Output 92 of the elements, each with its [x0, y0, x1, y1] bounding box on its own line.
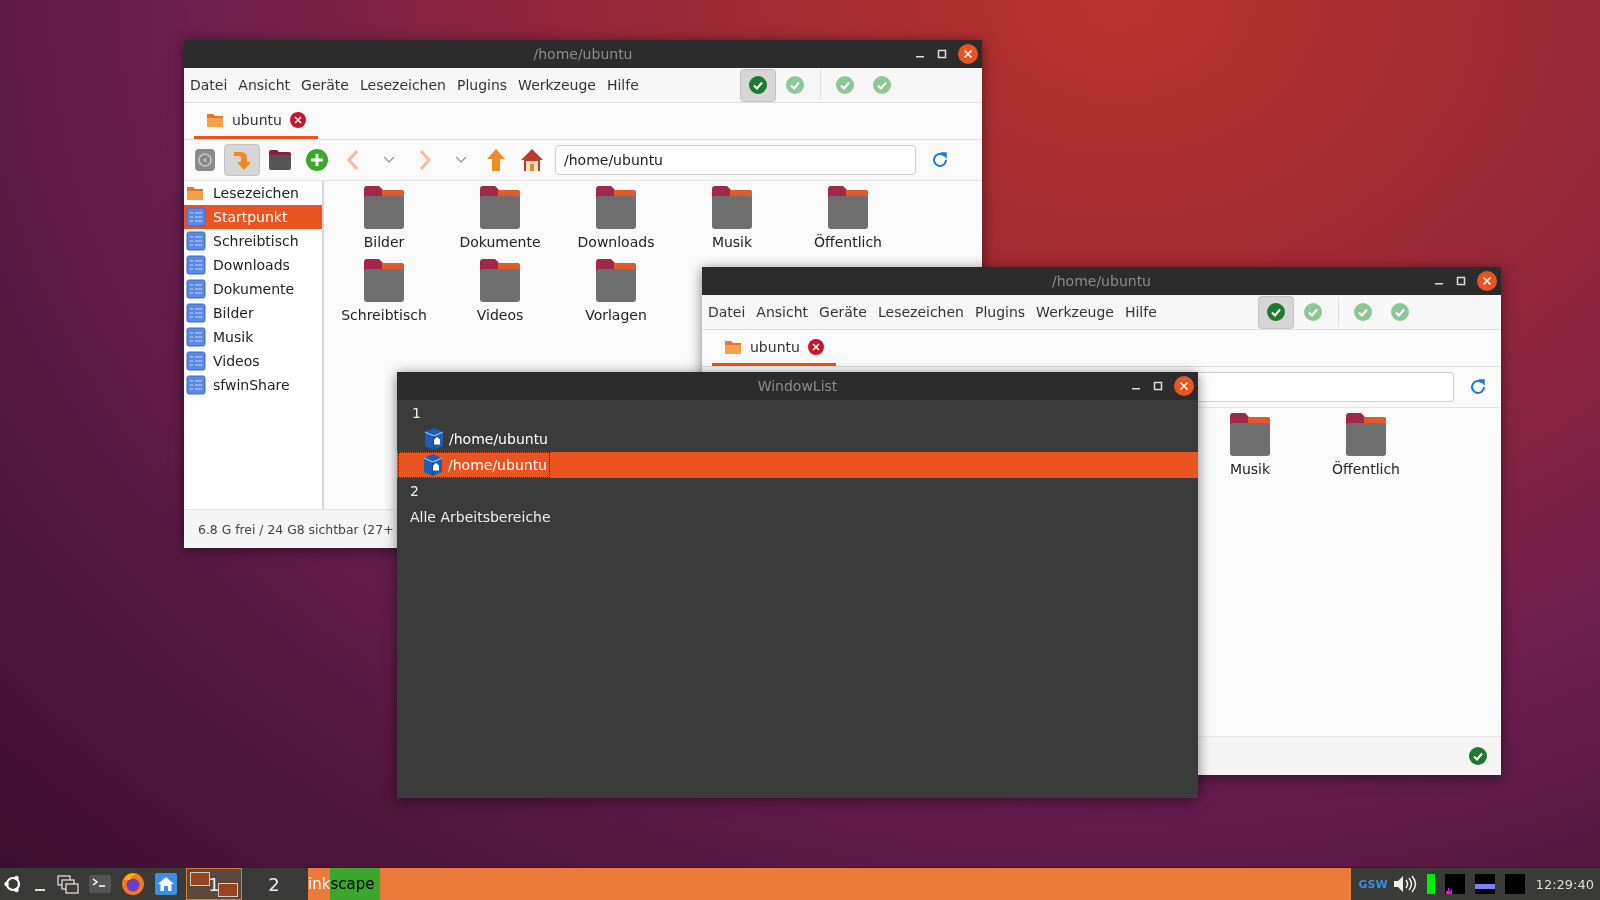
file-name[interactable]: Musik: [1229, 461, 1271, 477]
status-text: 6.8 G frei / 24 G8 sichtbar (27+: [198, 521, 394, 537]
window-title: /home/ubuntu: [533, 46, 633, 62]
file-name[interactable]: Bilder: [363, 234, 405, 250]
sidebar-item[interactable]: Startpunkt: [184, 205, 322, 229]
list-icon: [186, 279, 206, 299]
maximize-icon[interactable]: [1455, 275, 1467, 287]
tick-circle-icon: [749, 76, 767, 94]
maximize-icon[interactable]: [936, 48, 948, 60]
file-name[interactable]: Vorlagen: [585, 307, 647, 323]
window-title: /home/ubuntu: [1052, 273, 1151, 289]
home-cube-icon: [422, 427, 446, 451]
menu-item[interactable]: Plugins: [450, 77, 513, 93]
windows-icon[interactable]: [57, 874, 79, 894]
home-icon[interactable]: [520, 148, 544, 172]
file-name[interactable]: Downloads: [577, 234, 655, 250]
view-toggle-button[interactable]: [1258, 295, 1294, 329]
menu-item[interactable]: Werkzeuge: [512, 77, 601, 93]
window-list-item[interactable]: /home/ubuntu: [397, 426, 1198, 452]
tab[interactable]: ubuntu: [194, 103, 318, 139]
memory-graph-icon[interactable]: [1444, 874, 1465, 894]
sidebar-item[interactable]: sfwinShare: [184, 373, 322, 397]
list-icon: [186, 231, 206, 251]
menu-item[interactable]: Ansicht: [232, 77, 296, 93]
file-name[interactable]: Öffentlich: [814, 234, 882, 250]
tick-circle-icon: [836, 76, 854, 94]
view-toggle-button[interactable]: [740, 68, 776, 102]
clock[interactable]: 12:29:40: [1535, 876, 1594, 892]
folder-icon: [724, 338, 742, 355]
refresh-icon[interactable]: [931, 151, 949, 169]
home-icon[interactable]: [155, 873, 177, 895]
refresh-icon[interactable]: [1469, 378, 1487, 396]
menu-item[interactable]: Lesezeichen: [353, 77, 451, 93]
menu-item[interactable]: Hilfe: [600, 77, 644, 93]
workspace-button[interactable]: 1: [186, 868, 242, 900]
menu-item[interactable]: Geräte: [295, 77, 354, 93]
tick-circle-icon: [786, 76, 804, 94]
path-field[interactable]: [1198, 372, 1454, 402]
file-name[interactable]: Dokumente: [459, 234, 541, 250]
close-icon[interactable]: [958, 44, 978, 64]
sidebar-item[interactable]: Downloads: [184, 253, 322, 277]
window-list-item[interactable]: /home/ubuntu: [397, 452, 1198, 478]
maximize-icon[interactable]: [1152, 380, 1164, 392]
list-icon: [186, 303, 206, 323]
toggle-button[interactable]: [224, 144, 260, 176]
list-icon: [186, 255, 206, 275]
file-name[interactable]: Musik: [711, 234, 753, 250]
sidebar-item[interactable]: Bilder: [184, 301, 322, 325]
menu-item[interactable]: Werkzeuge: [1030, 304, 1119, 320]
file-name[interactable]: Schreibtisch: [341, 307, 427, 323]
workspace-label[interactable]: 1: [397, 400, 1198, 426]
sidebar-item[interactable]: Musik: [184, 325, 322, 349]
window-title: WindowList: [757, 378, 838, 394]
menu-item[interactable]: Datei: [702, 304, 751, 320]
sidebar-item[interactable]: Videos: [184, 349, 322, 373]
speaker-icon[interactable]: [1392, 874, 1417, 894]
close-icon[interactable]: [1174, 376, 1194, 396]
tick-circle-icon: [1354, 303, 1372, 321]
sidebar-item[interactable]: Dokumente: [184, 277, 322, 301]
fox-globe-icon[interactable]: [121, 872, 145, 896]
menu-item[interactable]: Datei: [184, 77, 233, 93]
list-icon: [186, 375, 206, 395]
home-cube-icon: [421, 453, 445, 477]
folder-icon: [206, 111, 224, 128]
path-field[interactable]: /home/ubuntu: [555, 145, 916, 175]
file-name[interactable]: Öffentlich: [1332, 461, 1400, 477]
workspace-label[interactable]: Alle Arbeitsbereiche: [397, 504, 1198, 530]
cpu-graph-icon[interactable]: [1426, 874, 1435, 894]
list-icon: [186, 207, 206, 227]
list-icon: [186, 327, 206, 347]
folder-icon: [186, 184, 206, 202]
sidebar-item[interactable]: Lesezeichen: [184, 181, 322, 205]
menu-item[interactable]: Geräte: [813, 304, 872, 320]
menu-item[interactable]: Plugins: [968, 304, 1031, 320]
tick-circle-icon: [1267, 303, 1285, 321]
folder-icon[interactable]: [268, 149, 292, 171]
file-name[interactable]: Videos: [476, 307, 524, 323]
menu-item[interactable]: Lesezeichen: [871, 304, 969, 320]
tick-circle-icon: [1304, 303, 1322, 321]
close-icon[interactable]: [1477, 271, 1497, 291]
terminal-icon[interactable]: [89, 874, 111, 894]
network-graph-icon[interactable]: [1474, 874, 1495, 894]
menu-item[interactable]: Hilfe: [1118, 304, 1162, 320]
workspace-label[interactable]: 2: [397, 478, 1198, 504]
sidebar-item[interactable]: Schreibtisch: [184, 229, 322, 253]
task-button[interactable]: inkscape: [308, 868, 1351, 900]
menu-item[interactable]: Ansicht: [750, 304, 814, 320]
tab[interactable]: ubuntu: [712, 330, 836, 366]
add-icon[interactable]: [306, 149, 328, 171]
list-icon: [186, 351, 206, 371]
tick-circle-icon: [873, 76, 891, 94]
tick-circle-icon: [1391, 303, 1409, 321]
